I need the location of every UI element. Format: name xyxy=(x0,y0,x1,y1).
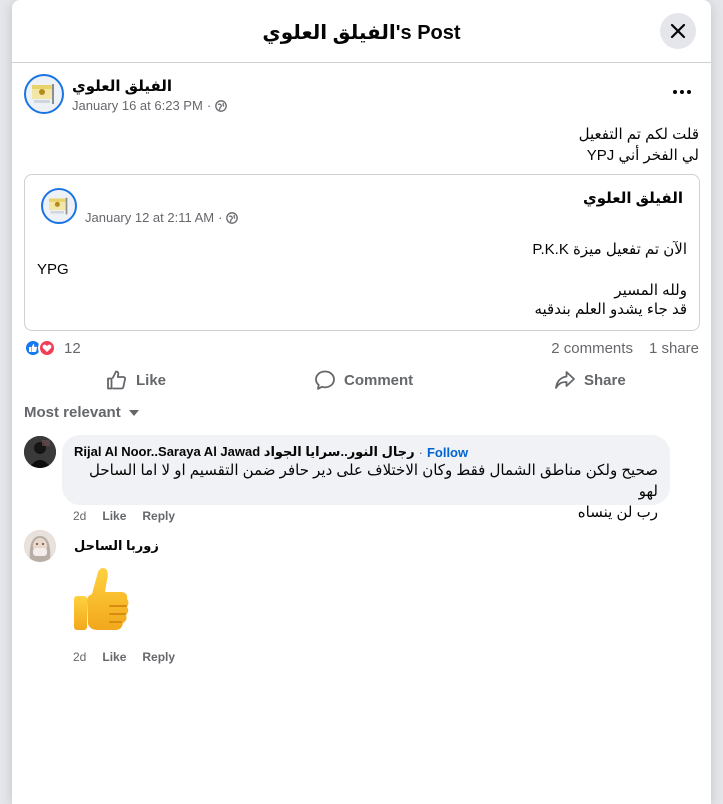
comment-actions: 2d Like Reply xyxy=(73,650,175,664)
comment-reply-button[interactable]: Reply xyxy=(142,650,175,664)
comment-button[interactable]: Comment xyxy=(314,366,413,394)
globe-icon xyxy=(226,211,239,224)
share-icon xyxy=(555,371,575,389)
commenter-avatar[interactable] xyxy=(24,436,56,468)
globe-icon xyxy=(215,99,228,112)
shared-text-line: YPG xyxy=(37,261,69,278)
shared-text-line: قد جاء يشدو العلم بندقيه xyxy=(534,301,687,318)
meta-separator: · xyxy=(218,210,223,225)
like-icon xyxy=(107,370,126,390)
comment-like-button[interactable]: Like xyxy=(102,650,126,664)
thumbs-up-sticker xyxy=(70,566,134,638)
comment-bubble: Rijal Al Noor..Saraya Al Jawad رجال النو… xyxy=(62,435,670,521)
post-modal: الفيلق العلوي's Post الفيلق العلوي Janua… xyxy=(12,0,711,804)
commenter-avatar[interactable] xyxy=(24,530,56,562)
post-text-line: قلت لكم تم التفعيل xyxy=(578,126,699,143)
modal-header: الفيلق العلوي's Post xyxy=(12,0,711,63)
post-text-line: لي الفخر أني YPJ xyxy=(586,147,699,164)
sort-label: Most relevant xyxy=(24,404,121,421)
more-dot xyxy=(680,90,684,94)
post-stats: 2 comments 1 share xyxy=(551,340,699,357)
meta-separator: · xyxy=(206,98,212,113)
action-bar: Like Comment Share xyxy=(24,362,700,398)
name-separator: · xyxy=(418,444,423,460)
flag-logo-icon xyxy=(49,197,68,215)
comment-time[interactable]: 2d xyxy=(73,650,86,664)
more-options-button[interactable] xyxy=(668,82,696,102)
shared-post-card[interactable]: الفيلق العلوي January 12 at 2:11 AM · ال… xyxy=(24,174,700,331)
share-label: Share xyxy=(584,371,626,389)
more-dot xyxy=(673,90,677,94)
shared-page-avatar[interactable] xyxy=(41,188,77,224)
modal-title: الفيلق العلوي's Post xyxy=(262,22,461,44)
comment-like-button[interactable]: Like xyxy=(102,509,126,523)
avatar-image xyxy=(24,436,56,468)
comment-label: Comment xyxy=(344,371,414,389)
commenter-name[interactable]: زوربا الساحل xyxy=(74,538,159,554)
shared-text-line: ولله المسير xyxy=(614,282,687,299)
comment-text-line: صحيح ولكن مناطق الشمال فقط وكان الاختلاف… xyxy=(89,462,658,500)
reaction-count: 12 xyxy=(64,339,81,357)
shared-date[interactable]: January 12 at 2:11 AM xyxy=(85,210,214,225)
post-date[interactable]: January 16 at 6:23 PM xyxy=(72,98,203,113)
comment-time[interactable]: 2d xyxy=(73,509,86,523)
avatar-image xyxy=(24,530,56,562)
like-button[interactable]: Like xyxy=(106,366,166,394)
comment-sort-dropdown[interactable]: Most relevant xyxy=(24,404,139,421)
more-dot xyxy=(687,90,691,94)
close-button[interactable] xyxy=(660,13,696,49)
flag-logo-icon xyxy=(32,84,54,104)
share-button[interactable]: Share xyxy=(554,366,626,394)
shared-meta: January 12 at 2:11 AM · xyxy=(85,210,239,225)
shares-count[interactable]: 1 share xyxy=(649,340,699,357)
shared-text-line: الآن تم تفعيل ميزة P.K.K xyxy=(532,241,687,258)
like-label: Like xyxy=(136,371,167,389)
comment-actions: 2d Like Reply xyxy=(73,509,175,523)
close-icon xyxy=(670,23,686,39)
follow-button[interactable]: Follow xyxy=(427,445,468,460)
caret-down-icon xyxy=(128,409,139,416)
commenter-name[interactable]: Rijal Al Noor..Saraya Al Jawad رجال النو… xyxy=(74,444,415,460)
page-avatar[interactable] xyxy=(24,74,64,114)
comment-reply-button[interactable]: Reply xyxy=(142,509,175,523)
post-meta: January 16 at 6:23 PM · xyxy=(72,98,228,113)
thumbs-up-emoji-icon xyxy=(74,568,129,630)
comment-icon xyxy=(315,370,335,390)
shared-author-name[interactable]: الفيلق العلوي xyxy=(583,189,683,207)
post-author-name[interactable]: الفيلق العلوي xyxy=(72,77,172,95)
reactions-summary[interactable]: 12 xyxy=(24,339,81,357)
post-text: قلت لكم تم التفعيل لي الفخر أني YPJ xyxy=(579,124,699,166)
love-reaction-icon xyxy=(38,339,56,357)
comments-count[interactable]: 2 comments xyxy=(551,340,633,357)
comment-header: Rijal Al Noor..Saraya Al Jawad رجال النو… xyxy=(74,444,468,460)
